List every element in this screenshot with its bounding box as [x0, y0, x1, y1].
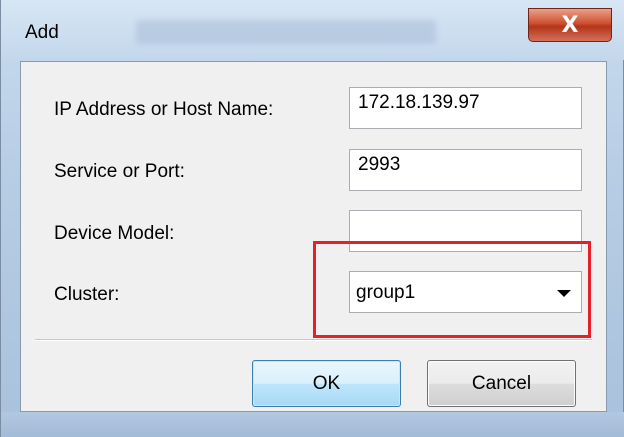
window-bottom-frame [1, 412, 624, 437]
cluster-label: Cluster: [54, 284, 120, 305]
dialog-title: Add [25, 22, 59, 43]
dialog-content: IP Address or Host Name: 172.18.139.97 S… [20, 61, 607, 412]
ok-button[interactable]: OK [252, 360, 401, 407]
ip-address-field[interactable]: 172.18.139.97 [349, 87, 582, 129]
red-highlight-box [313, 241, 591, 338]
service-port-field[interactable]: 2993 [349, 149, 582, 191]
device-model-label: Device Model: [54, 223, 175, 244]
close-icon: X [561, 12, 579, 38]
add-dialog-window: Add X IP Address or Host Name: 172.18.13… [0, 0, 624, 437]
cancel-button[interactable]: Cancel [427, 360, 576, 407]
title-bar[interactable]: Add X [1, 0, 624, 60]
service-port-label: Service or Port: [54, 161, 185, 182]
ip-address-label: IP Address or Host Name: [54, 99, 274, 120]
close-button[interactable]: X [528, 8, 612, 42]
blurred-background-text [136, 20, 436, 44]
separator-line [35, 339, 592, 341]
